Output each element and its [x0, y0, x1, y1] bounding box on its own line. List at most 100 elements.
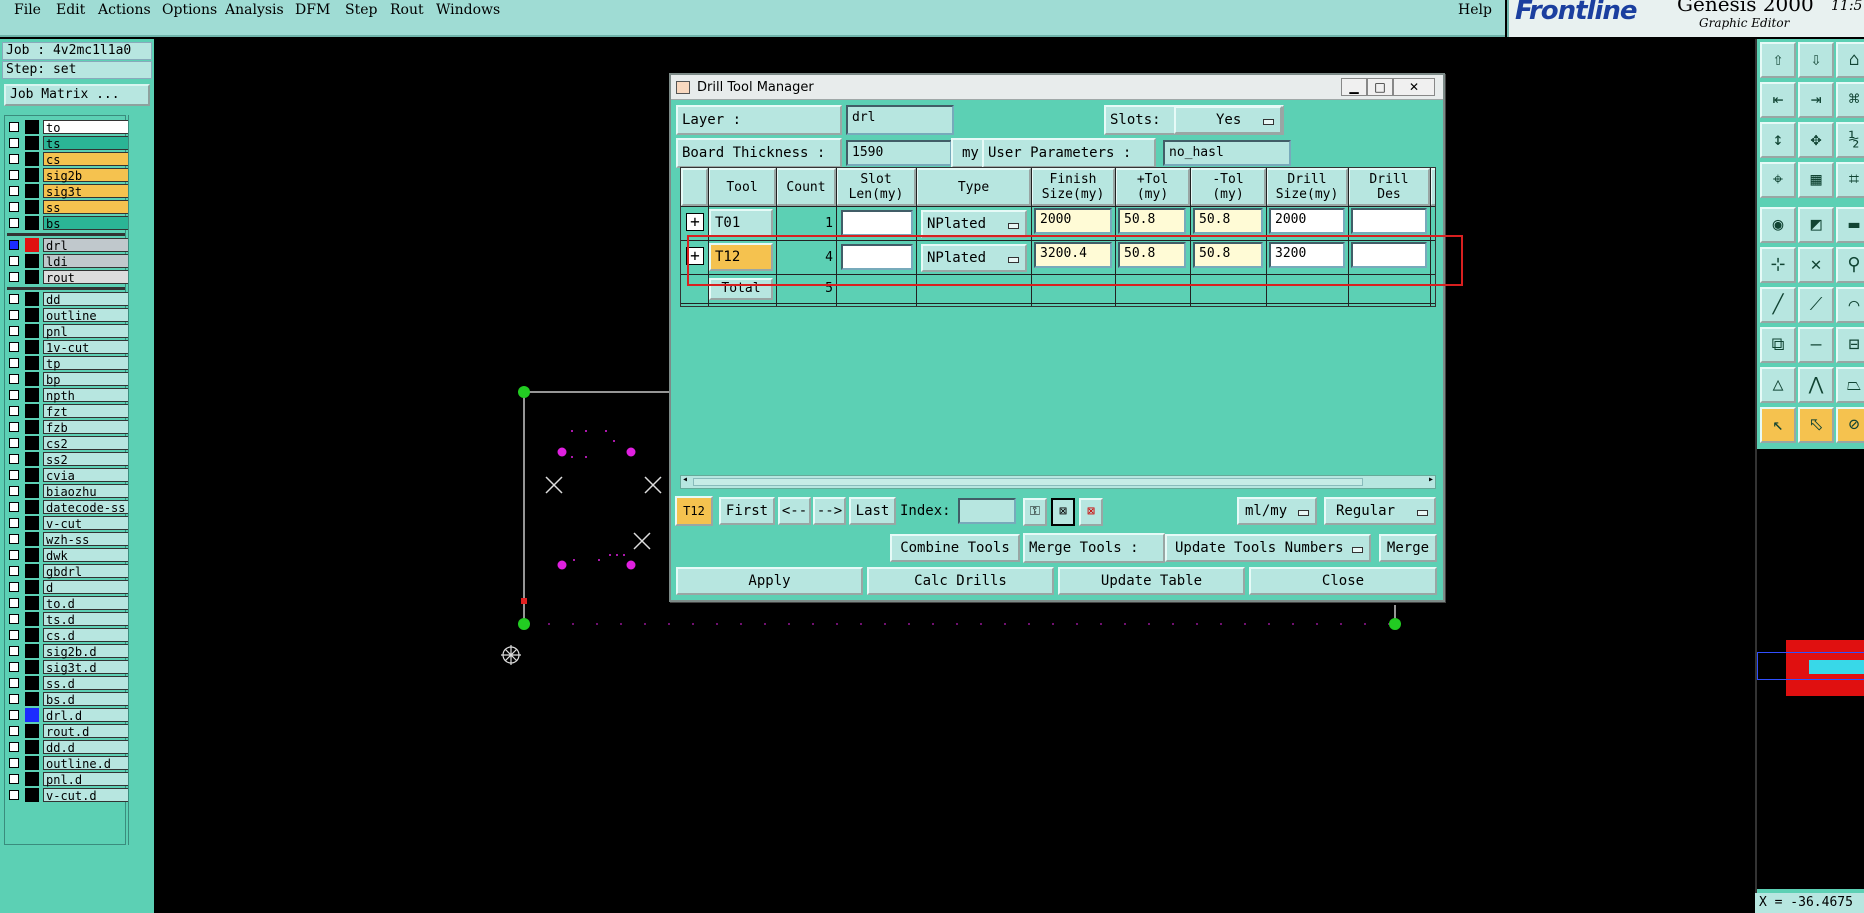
layer-color-swatch[interactable]: [25, 340, 39, 354]
layer-checkbox[interactable]: [9, 646, 19, 656]
layer-name[interactable]: ldi: [43, 254, 129, 269]
first-button[interactable]: First: [719, 497, 775, 525]
move-right-icon[interactable]: ⇥: [1798, 82, 1834, 118]
layer-color-swatch[interactable]: [25, 628, 39, 642]
layer-name[interactable]: sig3t.d: [43, 660, 129, 675]
layer-checkbox[interactable]: [9, 566, 19, 576]
tool-cell[interactable]: T01: [709, 209, 773, 237]
layer-list-scrollbar[interactable]: [128, 115, 152, 845]
layer-row-sig3t[interactable]: sig3t: [7, 184, 129, 199]
shape-icon[interactable]: ⏢: [1836, 367, 1864, 403]
link-icon[interactable]: ⚲: [1836, 247, 1864, 283]
layer-name[interactable]: outline.d: [43, 756, 129, 771]
lock-icon[interactable]: ⚿: [1023, 498, 1047, 526]
minus-tol-input[interactable]: 50.8: [1193, 208, 1263, 234]
layer-color-swatch[interactable]: [25, 120, 39, 134]
layer-color-swatch[interactable]: [25, 200, 39, 214]
layer-row-outline.d[interactable]: outline.d: [7, 756, 129, 771]
layer-name[interactable]: drl: [43, 238, 129, 253]
layer-name[interactable]: bp: [43, 372, 129, 387]
plus-tol-input[interactable]: 50.8: [1118, 208, 1186, 234]
layer-row-1v-cut[interactable]: 1v-cut: [7, 340, 129, 355]
layer-name[interactable]: bs.d: [43, 692, 129, 707]
menu-step[interactable]: Step: [345, 2, 377, 18]
layer-name[interactable]: ss: [43, 200, 129, 215]
pointer-select-icon[interactable]: ⬁: [1798, 407, 1834, 443]
layer-checkbox[interactable]: [9, 170, 19, 180]
prev-button[interactable]: <--: [778, 497, 811, 525]
menu-edit[interactable]: Edit: [56, 2, 85, 18]
layer-name[interactable]: npth: [43, 388, 129, 403]
layer-checkbox[interactable]: [9, 438, 19, 448]
pointer-cancel-icon[interactable]: ⊘: [1836, 407, 1864, 443]
layer-name[interactable]: dd: [43, 292, 129, 307]
layer-color-swatch[interactable]: [25, 532, 39, 546]
layer-row-bs.d[interactable]: bs.d: [7, 692, 129, 707]
triangle-icon[interactable]: △: [1760, 367, 1796, 403]
layer-color-swatch[interactable]: [25, 580, 39, 594]
layer-row-sig2b.d[interactable]: sig2b.d: [7, 644, 129, 659]
slots-dropdown[interactable]: Yes: [1174, 106, 1282, 134]
layer-color-swatch[interactable]: [25, 612, 39, 626]
maximize-icon[interactable]: □: [1367, 78, 1393, 96]
layer-checkbox[interactable]: [9, 742, 19, 752]
layer-row-bs[interactable]: bs: [7, 216, 129, 231]
layer-color-swatch[interactable]: [25, 184, 39, 198]
layer-name[interactable]: sig3t: [43, 184, 129, 199]
layer-row-v-cut[interactable]: v-cut: [7, 516, 129, 531]
layer-name[interactable]: to: [43, 120, 129, 135]
table-horizontal-scrollbar[interactable]: ◂ ▸: [680, 474, 1436, 489]
update-table-button[interactable]: Update Table: [1058, 567, 1245, 595]
layer-name[interactable]: v-cut.d: [43, 788, 129, 803]
ruler-icon[interactable]: ▬: [1836, 207, 1864, 243]
layer-row-bp[interactable]: bp: [7, 372, 129, 387]
layer-color-swatch[interactable]: [25, 254, 39, 268]
layer-checkbox[interactable]: [9, 310, 19, 320]
layer-color-swatch[interactable]: [25, 292, 39, 306]
combine-tools-button[interactable]: Combine Tools: [890, 534, 1020, 562]
layer-row-sig3t.d[interactable]: sig3t.d: [7, 660, 129, 675]
menu-file[interactable]: File: [14, 2, 41, 18]
layer-checkbox[interactable]: [9, 406, 19, 416]
menu-dfm[interactable]: DFM: [295, 2, 330, 18]
drill-size-input[interactable]: 2000: [1269, 208, 1345, 234]
menu-rout[interactable]: Rout: [390, 2, 424, 18]
layer-name[interactable]: wzh-ss: [43, 532, 129, 547]
scroll-right-icon[interactable]: ▸: [1428, 474, 1434, 485]
drill-des-input[interactable]: [1351, 208, 1427, 234]
pointer-icon[interactable]: ↖: [1760, 407, 1796, 443]
layer-row-cs.d[interactable]: cs.d: [7, 628, 129, 643]
layer-row-biaozhu[interactable]: biaozhu: [7, 484, 129, 499]
layer-name[interactable]: fzb: [43, 420, 129, 435]
layer-checkbox[interactable]: [9, 272, 19, 282]
layer-color-swatch[interactable]: [25, 644, 39, 658]
update-tools-numbers-dropdown[interactable]: Update Tools Numbers: [1165, 534, 1371, 562]
layer-checkbox[interactable]: [9, 662, 19, 672]
layer-name[interactable]: datecode-ss: [43, 500, 129, 515]
menu-analysis[interactable]: Analysis: [225, 2, 284, 18]
layer-color-swatch[interactable]: [25, 468, 39, 482]
layer-name[interactable]: d: [43, 580, 129, 595]
layer-name[interactable]: ts: [43, 136, 129, 151]
layer-name[interactable]: v-cut: [43, 516, 129, 531]
calc-drills-button[interactable]: Calc Drills: [867, 567, 1054, 595]
layer-row-rout.d[interactable]: rout.d: [7, 724, 129, 739]
layer-checkbox[interactable]: [9, 694, 19, 704]
layer-checkbox[interactable]: [9, 486, 19, 496]
layer-checkbox[interactable]: [9, 256, 19, 266]
layer-down-icon[interactable]: ⇩: [1798, 42, 1834, 78]
menu-windows[interactable]: Windows: [436, 2, 500, 18]
scroll-thumb[interactable]: [693, 478, 1363, 486]
slot-len-input[interactable]: [841, 210, 913, 236]
layer-checkbox[interactable]: [9, 390, 19, 400]
dialog-titlebar[interactable]: Drill Tool Manager ▁ □ ✕: [671, 75, 1443, 100]
layer-color-swatch[interactable]: [25, 308, 39, 322]
layer-checkbox[interactable]: [9, 218, 19, 228]
layer-color-swatch[interactable]: [25, 136, 39, 150]
layer-row-pnl.d[interactable]: pnl.d: [7, 772, 129, 787]
layer-color-swatch[interactable]: [25, 420, 39, 434]
layer-checkbox[interactable]: [9, 240, 19, 250]
layer-checkbox[interactable]: [9, 678, 19, 688]
layer-checkbox[interactable]: [9, 138, 19, 148]
layer-color-swatch[interactable]: [25, 484, 39, 498]
